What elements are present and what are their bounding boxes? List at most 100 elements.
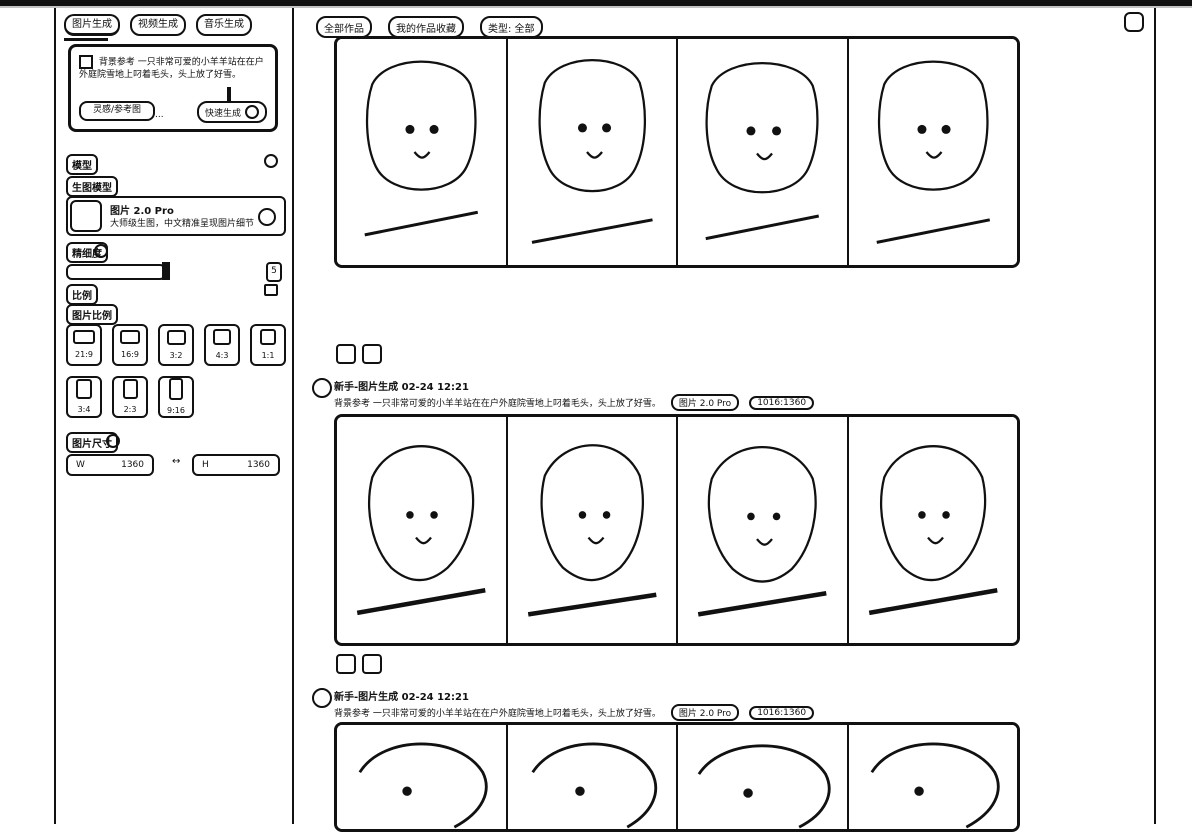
ratio-label: 16:9 bbox=[121, 350, 139, 359]
sheep-sketch bbox=[511, 725, 673, 829]
quality-info-icon[interactable] bbox=[94, 244, 108, 258]
height-value: 1360 bbox=[247, 460, 270, 470]
generation-resolution: 1016:1360 bbox=[749, 395, 815, 410]
generated-image[interactable] bbox=[678, 417, 849, 643]
quote-icon bbox=[79, 55, 93, 69]
image-strip-bottom bbox=[334, 722, 1020, 832]
strip-actions bbox=[336, 344, 382, 364]
sheep-sketch bbox=[697, 417, 827, 643]
filter-type[interactable]: 类型: 全部 bbox=[480, 16, 543, 38]
sheep-sketch bbox=[681, 725, 843, 829]
height-input[interactable]: H 1360 bbox=[192, 454, 280, 476]
ratio-shape-icon bbox=[76, 379, 92, 399]
section-model: 模型 bbox=[66, 154, 98, 175]
filter-all[interactable]: 全部作品 bbox=[316, 16, 372, 38]
generated-image[interactable] bbox=[507, 725, 678, 829]
ratio-option[interactable]: 3:4 bbox=[66, 376, 102, 418]
tab-music-generate[interactable]: 音乐生成 bbox=[196, 14, 252, 36]
ratio-option[interactable]: 4:3 bbox=[204, 324, 240, 366]
expand-icon[interactable] bbox=[362, 654, 382, 674]
sheep-illustration bbox=[357, 39, 486, 265]
size-info-icon[interactable] bbox=[106, 434, 120, 448]
sheep-sketch bbox=[868, 417, 998, 643]
width-value: 1360 bbox=[121, 460, 144, 470]
edit-icon[interactable] bbox=[336, 654, 356, 674]
tab-image-generate[interactable]: 图片生成 bbox=[64, 14, 120, 36]
prompt-card[interactable]: 背景参考 一只非常可爱的小羊羊站在在户外庭院雪地上叼着毛头，头上放了好雪。 灵感… bbox=[68, 44, 278, 132]
sheep-sketch bbox=[527, 417, 657, 643]
tab-video-generate[interactable]: 视频生成 bbox=[130, 14, 186, 36]
ratio-label: 3:2 bbox=[169, 350, 183, 360]
quality-slider[interactable] bbox=[66, 262, 170, 280]
link-icon[interactable]: ↔ bbox=[172, 456, 180, 467]
ratio-option[interactable]: 21:9 bbox=[66, 324, 102, 366]
model-collapse-icon[interactable] bbox=[264, 154, 278, 168]
ratio-option[interactable]: 9:16 bbox=[158, 376, 194, 418]
ratio-option[interactable]: 2:3 bbox=[112, 376, 148, 418]
ratio-label: 9:16 bbox=[167, 406, 185, 415]
ratio-shape-icon bbox=[169, 378, 183, 400]
text-cursor bbox=[227, 87, 231, 101]
ratio-shape-icon bbox=[120, 330, 140, 344]
model-name: 图片 2.0 Pro bbox=[110, 206, 174, 217]
ratio-option[interactable]: 1:1 bbox=[250, 324, 286, 366]
ratio-shape-icon bbox=[260, 329, 276, 345]
generated-image[interactable] bbox=[337, 417, 508, 643]
ratio-label: 1:1 bbox=[261, 351, 275, 360]
generate-icon bbox=[245, 105, 259, 119]
ratio-shape-icon bbox=[73, 330, 95, 344]
generated-image[interactable] bbox=[507, 417, 678, 643]
sheep-illustration bbox=[527, 39, 656, 265]
left-panel: 图片生成 视频生成 音乐生成 背景参考 一只非常可爱的小羊羊站在在户外庭院雪地上… bbox=[54, 8, 294, 824]
generated-image[interactable] bbox=[678, 725, 849, 829]
section-model-selection: 生图模型 bbox=[66, 176, 118, 197]
section-image-ratio: 图片比例 bbox=[66, 304, 118, 325]
user-avatar-icon bbox=[312, 688, 332, 708]
generation-header: 新手-图片生成 02-24 12:21 背景参考 一只非常可爱的小羊羊站在在户外… bbox=[312, 378, 984, 411]
ratio-option[interactable]: 3:2 bbox=[158, 324, 194, 366]
image-strip-middle bbox=[334, 414, 1020, 646]
generated-image[interactable] bbox=[337, 39, 508, 265]
generation-prompt: 背景参考 一只非常可爱的小羊羊站在在户外庭院雪地上叼着毛头，头上放了好雪。 bbox=[334, 709, 661, 719]
generation-title: 新手-图片生成 02-24 12:21 bbox=[334, 382, 469, 393]
sheep-sketch bbox=[852, 725, 1014, 829]
ratio-option[interactable]: 16:9 bbox=[112, 324, 148, 366]
quick-generate-button[interactable]: 快速生成 bbox=[196, 101, 267, 123]
sheep-illustration bbox=[868, 39, 997, 265]
strip-actions bbox=[336, 654, 382, 674]
ratio-label: 3:4 bbox=[77, 405, 91, 414]
ratio-label: 4:3 bbox=[215, 351, 229, 360]
width-input[interactable]: W 1360 bbox=[66, 454, 154, 476]
generation-resolution: 1016:1360 bbox=[749, 705, 815, 720]
ratio-collapse-icon[interactable] bbox=[264, 284, 278, 296]
quality-value[interactable]: 5 bbox=[266, 262, 282, 282]
generated-image[interactable] bbox=[848, 725, 1017, 829]
more-chip[interactable]: ... bbox=[155, 110, 164, 120]
quality-slider-knob[interactable] bbox=[162, 262, 170, 280]
generated-image[interactable] bbox=[678, 39, 849, 265]
ratio-shape-icon bbox=[122, 379, 138, 399]
width-label: W bbox=[76, 460, 85, 470]
sheep-sketch bbox=[340, 725, 502, 829]
generation-model: 图片 2.0 Pro bbox=[670, 704, 740, 721]
expand-icon[interactable] bbox=[362, 344, 382, 364]
edit-icon[interactable] bbox=[336, 344, 356, 364]
mode-tabs: 图片生成 视频生成 音乐生成 bbox=[64, 14, 252, 36]
gallery-filters: 全部作品 我的作品收藏 类型: 全部 bbox=[316, 16, 543, 38]
generated-image[interactable] bbox=[848, 39, 1017, 265]
sheep-illustration bbox=[698, 39, 827, 265]
size-row: W 1360 ↔ H 1360 bbox=[66, 454, 282, 478]
generated-image[interactable] bbox=[848, 417, 1017, 643]
reference-chip[interactable]: 灵感/参考图 bbox=[79, 101, 155, 121]
settings-icon[interactable] bbox=[1124, 12, 1144, 32]
generated-image[interactable] bbox=[507, 39, 678, 265]
model-switch-icon[interactable] bbox=[258, 208, 276, 226]
sheep-sketch bbox=[356, 417, 486, 643]
active-tab-underline bbox=[64, 38, 108, 41]
filter-favorites[interactable]: 我的作品收藏 bbox=[388, 16, 464, 38]
model-card[interactable]: 图片 2.0 Pro 大师级生图，中文精准呈现图片细节 bbox=[66, 196, 286, 236]
prompt-text[interactable]: 背景参考 一只非常可爱的小羊羊站在在户外庭院雪地上叼着毛头，头上放了好雪。 bbox=[79, 55, 269, 81]
quick-generate-label: 快速生成 bbox=[204, 108, 241, 119]
right-panel: 全部作品 我的作品收藏 类型: 全部 新手-图片生成 02-24 12:21 背… bbox=[292, 8, 1156, 832]
generated-image[interactable] bbox=[337, 725, 508, 829]
